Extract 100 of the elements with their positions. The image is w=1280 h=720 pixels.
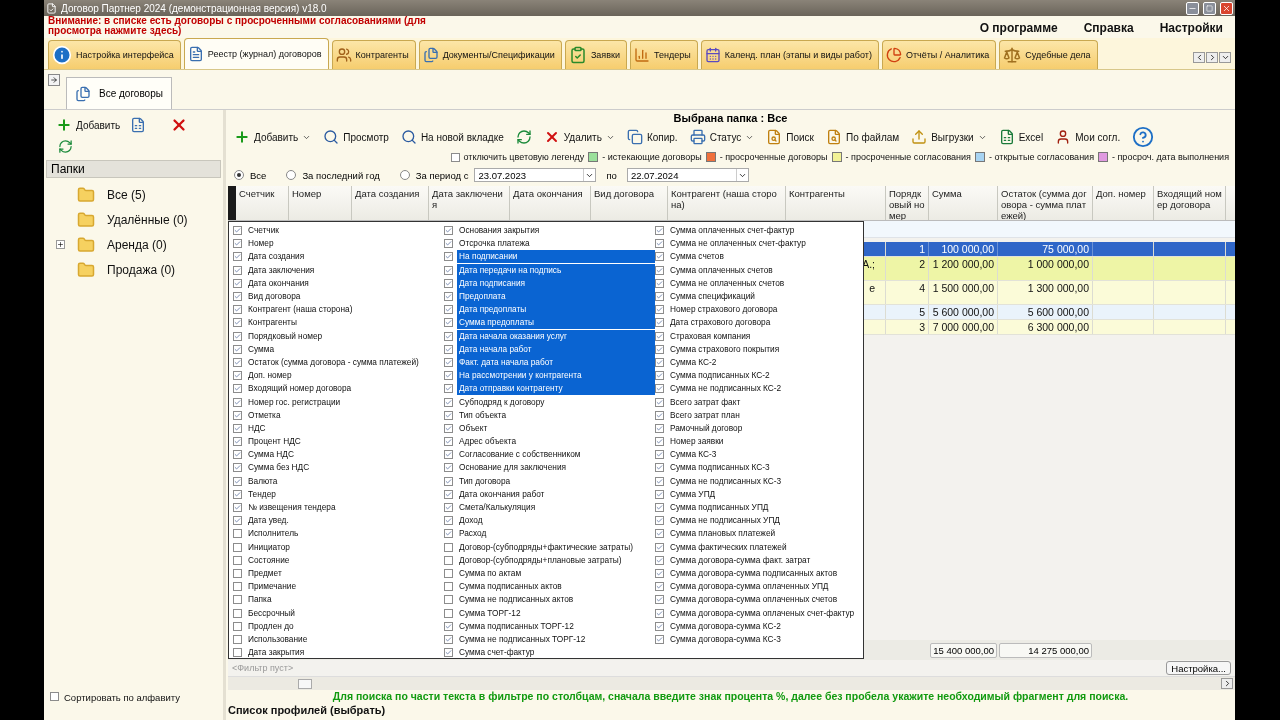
checkbox[interactable]: [450, 152, 460, 162]
column-header[interactable]: Дата окончания: [510, 186, 591, 220]
checkbox[interactable]: [655, 476, 664, 486]
checkbox[interactable]: [444, 226, 453, 236]
checkbox[interactable]: [233, 292, 242, 302]
column-option[interactable]: Сумма подписанных УПД: [668, 501, 771, 515]
folder-item[interactable]: Все (5): [107, 187, 146, 202]
column-option[interactable]: Сумма фактических платежей: [668, 540, 789, 554]
column-option[interactable]: Порядковый номер: [246, 329, 325, 343]
checkbox[interactable]: [233, 516, 242, 526]
column-option[interactable]: Всего затрат план: [668, 408, 742, 422]
column-option[interactable]: Исполнитель: [246, 527, 301, 541]
checkbox[interactable]: [233, 608, 242, 618]
scroll-thumb[interactable]: [298, 678, 312, 689]
toolbar-button[interactable]: Выгрузки: [911, 129, 987, 145]
checkbox[interactable]: [233, 384, 242, 394]
expand-button[interactable]: [48, 74, 60, 86]
column-option[interactable]: Дата отправки контрагенту: [457, 382, 655, 396]
column-option[interactable]: Сумма договора-сумма КС-3: [668, 632, 783, 646]
tab[interactable]: Судебные дела: [999, 40, 1098, 69]
column-option[interactable]: На подписании: [457, 250, 655, 264]
checkbox[interactable]: [233, 437, 242, 447]
checkbox[interactable]: [655, 621, 664, 631]
column-option[interactable]: Счетчик: [246, 224, 281, 238]
column-option[interactable]: Процент НДС: [246, 435, 303, 449]
checkbox[interactable]: [233, 371, 242, 381]
toolbar-button[interactable]: По файлам: [826, 129, 900, 145]
tab[interactable]: Заявки: [564, 40, 627, 69]
column-option[interactable]: Номер страхового договора: [668, 303, 780, 317]
column-option[interactable]: Сумма НДС: [246, 448, 296, 462]
toolbar-button[interactable]: Удалить: [543, 129, 615, 145]
column-header[interactable]: Доп. номер: [1093, 186, 1154, 220]
checkbox[interactable]: [233, 305, 242, 315]
column-option[interactable]: Номер заявки: [668, 435, 726, 449]
column-option[interactable]: Тендер: [246, 487, 278, 501]
checkbox[interactable]: [655, 608, 664, 618]
checkbox[interactable]: [444, 252, 453, 262]
scroll-right-button[interactable]: [1221, 678, 1233, 689]
toolbar-icon-button[interactable]: [515, 129, 532, 145]
checkbox[interactable]: [444, 634, 453, 644]
checkbox[interactable]: [655, 292, 664, 302]
checkbox[interactable]: [233, 252, 242, 262]
column-option[interactable]: Входящий номер договора: [246, 382, 354, 396]
scroll-right-button[interactable]: [1206, 52, 1218, 63]
column-option[interactable]: Сумма КС-3: [668, 448, 719, 462]
toolbar-button[interactable]: Статус: [689, 129, 755, 145]
checkbox[interactable]: [50, 692, 59, 701]
column-option[interactable]: Сумма не подписанных ТОРГ-12: [457, 632, 588, 646]
column-option[interactable]: Сумма предоплаты: [457, 316, 655, 330]
checkbox[interactable]: [655, 265, 664, 275]
column-option[interactable]: Примечание: [246, 580, 299, 594]
radio-button[interactable]: [286, 170, 297, 180]
column-option[interactable]: Дата создания: [246, 250, 307, 264]
toolbar-button[interactable]: Excel: [998, 129, 1044, 145]
settings-button[interactable]: Настройка...: [1166, 661, 1231, 675]
column-header[interactable]: Входящий номер договора: [1154, 186, 1226, 220]
column-option[interactable]: Сумма договора-сумма оплаченых счет-фактур: [668, 606, 857, 620]
column-option[interactable]: Тип договора: [457, 474, 513, 488]
tab[interactable]: Все договоры: [66, 77, 172, 109]
checkbox[interactable]: [655, 357, 664, 367]
checkbox[interactable]: [655, 568, 664, 578]
edit-button[interactable]: [130, 117, 147, 133]
checkbox[interactable]: [655, 542, 664, 552]
checkbox[interactable]: [444, 542, 453, 552]
checkbox[interactable]: [655, 555, 664, 565]
checkbox[interactable]: [444, 489, 453, 499]
column-option[interactable]: Доп. номер: [246, 369, 294, 383]
radio-button[interactable]: [399, 170, 410, 180]
column-option[interactable]: Сумма по актам: [457, 566, 524, 580]
date-field[interactable]: 23.07.2023: [474, 168, 597, 182]
column-option[interactable]: Сумма не подписанных УПД: [668, 514, 782, 528]
checkbox[interactable]: [444, 384, 453, 394]
checkbox[interactable]: [655, 516, 664, 526]
column-option[interactable]: Дата заключения: [246, 263, 317, 277]
checkbox[interactable]: [233, 226, 242, 236]
menu-item[interactable]: О программе: [979, 21, 1058, 35]
column-option[interactable]: Сумма договора-сумма оплаченных УПД: [668, 580, 831, 594]
column-option[interactable]: Основания закрытия: [457, 224, 542, 238]
checkbox[interactable]: [233, 634, 242, 644]
column-option[interactable]: Контрагенты: [246, 316, 299, 330]
column-option[interactable]: Сумма подписанных ТОРГ-12: [457, 619, 576, 633]
checkbox[interactable]: [233, 463, 242, 473]
column-option[interactable]: Номер гос. регистрации: [246, 395, 343, 409]
checkbox[interactable]: [444, 608, 453, 618]
checkbox[interactable]: [444, 529, 453, 539]
checkbox[interactable]: [233, 595, 242, 605]
tab[interactable]: Контрагенты: [331, 40, 416, 69]
column-option[interactable]: Страховая компания: [668, 329, 753, 343]
dropdown-button[interactable]: [1219, 52, 1231, 63]
checkbox[interactable]: [444, 265, 453, 275]
column-option[interactable]: Сумма оплаченных счет-фактур: [668, 224, 797, 238]
column-option[interactable]: Дата страхового договора: [668, 316, 773, 330]
column-option[interactable]: Адрес объекта: [457, 435, 518, 449]
toolbar-button[interactable]: Просмотр: [323, 129, 389, 145]
column-option[interactable]: Договор-(субподряды+плановые затраты): [457, 553, 624, 567]
checkbox[interactable]: [444, 476, 453, 486]
minimize-button[interactable]: [1186, 1, 1199, 15]
checkbox[interactable]: [655, 278, 664, 288]
checkbox[interactable]: [444, 568, 453, 578]
column-option[interactable]: Расход: [457, 527, 489, 541]
